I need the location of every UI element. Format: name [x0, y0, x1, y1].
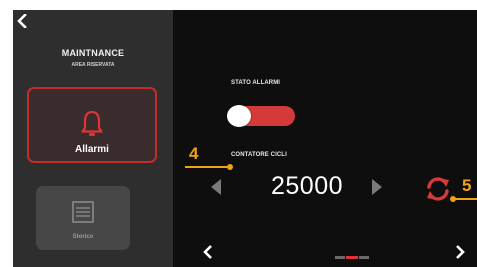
- alarms-tile-button[interactable]: Allarmi: [27, 87, 157, 163]
- annotation-4-label: 4: [189, 144, 199, 163]
- page-indicator: [335, 256, 369, 259]
- sidebar: MAINTNANCE AREA RISERVATA Allarmi Storic…: [13, 10, 173, 267]
- annotation-4-dot: [227, 164, 233, 170]
- toggle-knob: [227, 105, 251, 127]
- annotation-5-dot: [450, 196, 456, 202]
- app-screen: MAINTNANCE AREA RISERVATA Allarmi Storic…: [13, 10, 477, 267]
- prev-page-chevron-icon[interactable]: [201, 244, 215, 260]
- sidebar-title: MAINTNANCE: [61, 48, 125, 58]
- page-dot: [359, 256, 369, 259]
- annotation-5-label: 5: [462, 176, 472, 195]
- cycle-counter-value: 25000: [270, 172, 344, 200]
- history-tile-label: Storico: [72, 234, 94, 240]
- back-arrow-icon[interactable]: [15, 14, 29, 28]
- reset-refresh-icon[interactable]: [425, 176, 451, 202]
- annotation-4-leader: [185, 166, 229, 168]
- next-page-chevron-icon[interactable]: [453, 244, 467, 260]
- increment-arrow-icon[interactable]: [370, 177, 384, 197]
- history-tile-button[interactable]: Storico: [36, 186, 130, 250]
- bell-icon: [81, 110, 103, 136]
- history-list-icon: [72, 201, 94, 223]
- cycle-counter-label: CONTATORE CICLI: [231, 152, 287, 158]
- alarm-status-label: STATO ALLARMI: [231, 80, 281, 86]
- sidebar-subtitle: AREA RISERVATA: [71, 62, 115, 68]
- decrement-arrow-icon[interactable]: [209, 177, 223, 197]
- alarm-status-toggle[interactable]: [227, 105, 295, 127]
- alarms-tile-label: Allarmi: [75, 144, 109, 155]
- page-dot: [335, 256, 345, 259]
- page-dot-active: [346, 256, 358, 259]
